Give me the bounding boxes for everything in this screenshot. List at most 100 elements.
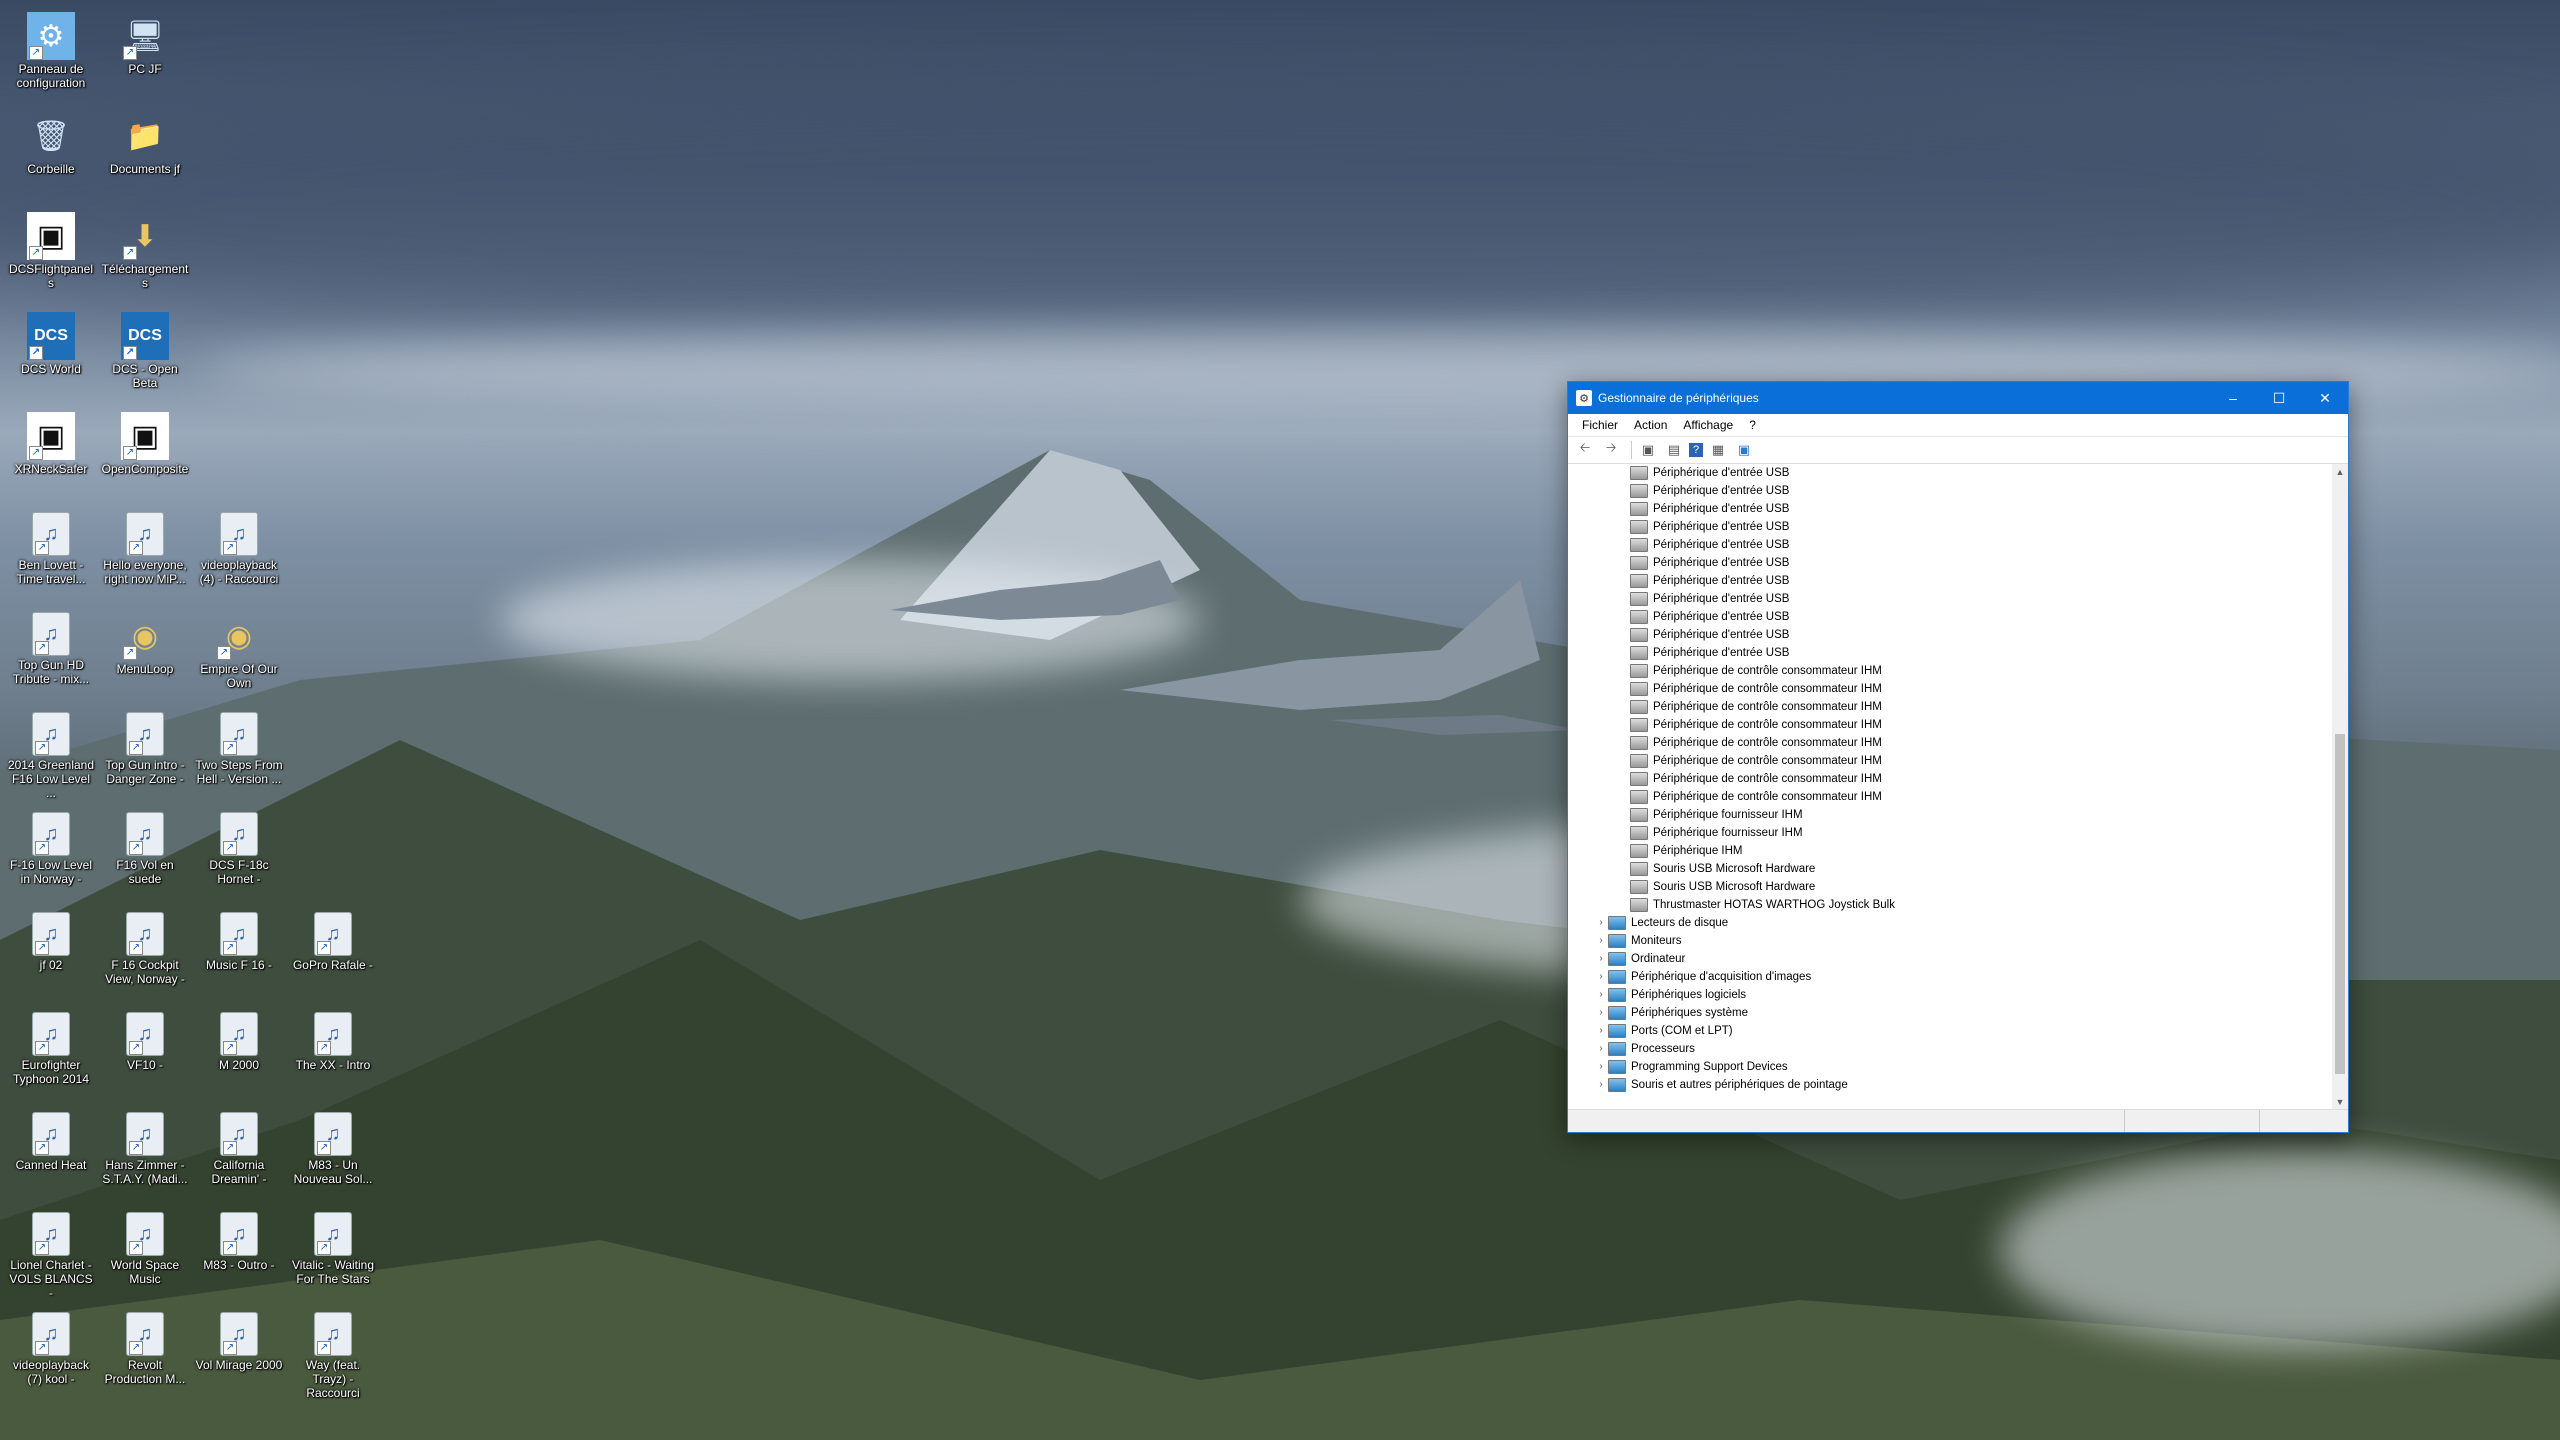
desktop-icon[interactable]: ↗ Canned Heat — [4, 1106, 98, 1202]
help-icon[interactable]: ? — [1689, 443, 1703, 457]
desktop-icon[interactable]: ◉ ↗ Empire Of Our Own — [192, 606, 286, 702]
device-item[interactable]: Périphérique d'entrée USB — [1568, 590, 2332, 608]
desktop-icon[interactable]: ↗ 2014 Greenland F16 Low Level ... — [4, 706, 98, 802]
device-tree[interactable]: Périphérique d'entrée USB Périphérique d'… — [1568, 464, 2332, 1110]
device-item[interactable]: Périphérique de contrôle consommateur IH… — [1568, 752, 2332, 770]
expand-chevron-icon[interactable]: › — [1594, 950, 1608, 968]
device-item[interactable]: Périphérique de contrôle consommateur IH… — [1568, 770, 2332, 788]
device-item[interactable]: Périphérique de contrôle consommateur IH… — [1568, 698, 2332, 716]
desktop-icon[interactable]: ↗ M83 - Outro - — [192, 1206, 286, 1302]
desktop-icon[interactable]: ↗ Ben Lovett - Time travel... — [4, 506, 98, 602]
desktop-icon[interactable]: ↗ GoPro Rafale - — [286, 906, 380, 1002]
properties-icon[interactable]: ▣ — [1637, 440, 1659, 460]
expand-chevron-icon[interactable]: › — [1594, 1022, 1608, 1040]
expand-chevron-icon[interactable]: › — [1594, 932, 1608, 950]
desktop-icon[interactable]: ↗ videoplayback (7) kool - — [4, 1306, 98, 1402]
desktop-icon[interactable]: ↗ Top Gun intro - Danger Zone - — [98, 706, 192, 802]
device-item[interactable]: Périphérique d'entrée USB — [1568, 554, 2332, 572]
desktop-icon[interactable]: ↗ F16 Vol en suede — [98, 806, 192, 902]
expand-chevron-icon[interactable]: › — [1594, 986, 1608, 1004]
device-item[interactable]: Périphérique d'entrée USB — [1568, 626, 2332, 644]
expand-chevron-icon[interactable]: › — [1594, 914, 1608, 932]
monitor-icon[interactable]: ▣ — [1733, 440, 1755, 460]
maximize-button[interactable]: ☐ — [2256, 382, 2302, 414]
minimize-button[interactable]: – — [2210, 382, 2256, 414]
vertical-scrollbar[interactable]: ▲ ▼ — [2332, 464, 2348, 1110]
desktop-icon[interactable]: ↗ VF10 - — [98, 1006, 192, 1102]
device-item[interactable]: Souris USB Microsoft Hardware — [1568, 878, 2332, 896]
device-item[interactable]: Périphérique fournisseur IHM — [1568, 806, 2332, 824]
menu-affichage[interactable]: Affichage — [1675, 418, 1741, 432]
menu-fichier[interactable]: Fichier — [1574, 418, 1626, 432]
close-button[interactable]: ✕ — [2302, 382, 2348, 414]
back-arrow-icon[interactable]: 🡠 — [1574, 440, 1596, 460]
device-category[interactable]: › Lecteurs de disque — [1568, 914, 2332, 932]
expand-chevron-icon[interactable]: › — [1594, 1004, 1608, 1022]
desktop-icon[interactable]: ↗ World Space Music — [98, 1206, 192, 1302]
menu-help[interactable]: ? — [1741, 418, 1764, 432]
device-item[interactable]: Périphérique d'entrée USB — [1568, 500, 2332, 518]
desktop-icon[interactable]: ↗ The XX - Intro — [286, 1006, 380, 1102]
device-item[interactable]: Périphérique fournisseur IHM — [1568, 824, 2332, 842]
desktop-icon[interactable]: ↗ Lionel Charlet - VOLS BLANCS - — [4, 1206, 98, 1302]
desktop-icon[interactable]: ↗ Music F 16 - — [192, 906, 286, 1002]
desktop-icon[interactable]: ▣ ↗ OpenComposite — [98, 406, 192, 502]
device-item[interactable]: Périphérique d'entrée USB — [1568, 608, 2332, 626]
device-item[interactable]: Périphérique d'entrée USB — [1568, 536, 2332, 554]
desktop-icon[interactable]: ▣ ↗ DCSFlightpanels — [4, 206, 98, 302]
device-category[interactable]: › Périphériques logiciels — [1568, 986, 2332, 1004]
desktop-icon[interactable]: ▣ ↗ XRNeckSafer — [4, 406, 98, 502]
desktop-icon[interactable]: ↗ Two Steps From Hell - Version ... — [192, 706, 286, 802]
device-item[interactable]: Périphérique de contrôle consommateur IH… — [1568, 662, 2332, 680]
device-item[interactable]: Périphérique IHM — [1568, 842, 2332, 860]
expand-chevron-icon[interactable]: › — [1594, 1040, 1608, 1058]
forward-arrow-icon[interactable]: 🡢 — [1600, 440, 1622, 460]
device-item[interactable]: Périphérique d'entrée USB — [1568, 572, 2332, 590]
desktop-icon[interactable]: ↗ videoplayback (4) - Raccourci — [192, 506, 286, 602]
scroll-up-icon[interactable]: ▲ — [2332, 464, 2348, 480]
device-category[interactable]: › Souris et autres périphériques de point… — [1568, 1076, 2332, 1094]
desktop-icon[interactable]: ↗ California Dreamin' - — [192, 1106, 286, 1202]
device-manager-window[interactable]: ⚙ Gestionnaire de périphériques – ☐ ✕ Fi… — [1567, 381, 2349, 1133]
desktop-icon[interactable]: ↗ Vol Mirage 2000 — [192, 1306, 286, 1402]
desktop-icon[interactable]: ↗ Hello everyone, right now MiP... — [98, 506, 192, 602]
device-item[interactable]: Périphérique de contrôle consommateur IH… — [1568, 680, 2332, 698]
device-category[interactable]: › Ports (COM et LPT) — [1568, 1022, 2332, 1040]
desktop-icon[interactable]: DCS ↗ DCS - Open Beta — [98, 306, 192, 402]
desktop-icon[interactable]: ↗ F-16 Low Level in Norway - — [4, 806, 98, 902]
desktop-icon[interactable]: ↗ M 2000 — [192, 1006, 286, 1102]
scroll-thumb[interactable] — [2335, 734, 2345, 1074]
desktop-icon[interactable]: ⬇ ↗ Téléchargements — [98, 206, 192, 302]
desktop-icon[interactable]: 📁 Documents jf — [98, 106, 192, 202]
expand-chevron-icon[interactable]: › — [1594, 1058, 1608, 1076]
desktop-icon[interactable]: ↗ Eurofighter Typhoon 2014 — [4, 1006, 98, 1102]
desktop-icon[interactable]: DCS ↗ DCS World — [4, 306, 98, 402]
desktop-icon[interactable]: ◉ ↗ MenuLoop — [98, 606, 192, 702]
desktop-icon[interactable]: ↗ Way (feat. Trayz) - Raccourci — [286, 1306, 380, 1402]
list-view-icon[interactable]: ▤ — [1663, 440, 1685, 460]
desktop-icon[interactable]: ↗ F 16 Cockpit View, Norway - — [98, 906, 192, 1002]
device-item[interactable]: Périphérique d'entrée USB — [1568, 482, 2332, 500]
device-item[interactable]: Périphérique d'entrée USB — [1568, 464, 2332, 482]
device-category[interactable]: › Périphérique d'acquisition d'images — [1568, 968, 2332, 986]
desktop-icon[interactable]: ↗ Hans Zimmer - S.T.A.Y. (Madi... — [98, 1106, 192, 1202]
desktop-icon[interactable]: ↗ DCS F-18c Hornet - — [192, 806, 286, 902]
device-item[interactable]: Périphérique de contrôle consommateur IH… — [1568, 788, 2332, 806]
device-category[interactable]: › Périphériques système — [1568, 1004, 2332, 1022]
desktop-icon[interactable]: ↗ M83 - Un Nouveau Sol... — [286, 1106, 380, 1202]
device-item[interactable]: Périphérique d'entrée USB — [1568, 518, 2332, 536]
device-item[interactable]: Périphérique d'entrée USB — [1568, 644, 2332, 662]
desktop-icon[interactable]: ↗ Revolt Production M... — [98, 1306, 192, 1402]
expand-chevron-icon[interactable]: › — [1594, 1076, 1608, 1094]
title-bar[interactable]: ⚙ Gestionnaire de périphériques – ☐ ✕ — [1568, 382, 2348, 414]
desktop-icon[interactable]: 🖥 ↗ PC JF — [98, 6, 192, 102]
desktop-icon[interactable]: ⚙ ↗ Panneau de configuration — [4, 6, 98, 102]
device-item[interactable]: Périphérique de contrôle consommateur IH… — [1568, 716, 2332, 734]
device-category[interactable]: › Programming Support Devices — [1568, 1058, 2332, 1076]
desktop-icon[interactable]: ↗ Vitalic - Waiting For The Stars — [286, 1206, 380, 1302]
menu-action[interactable]: Action — [1626, 418, 1675, 432]
desktop-icon[interactable]: ↗ Top Gun HD Tribute - mix... — [4, 606, 98, 702]
device-category[interactable]: › Processeurs — [1568, 1040, 2332, 1058]
show-hidden-icon[interactable]: ▦ — [1707, 440, 1729, 460]
expand-chevron-icon[interactable]: › — [1594, 968, 1608, 986]
